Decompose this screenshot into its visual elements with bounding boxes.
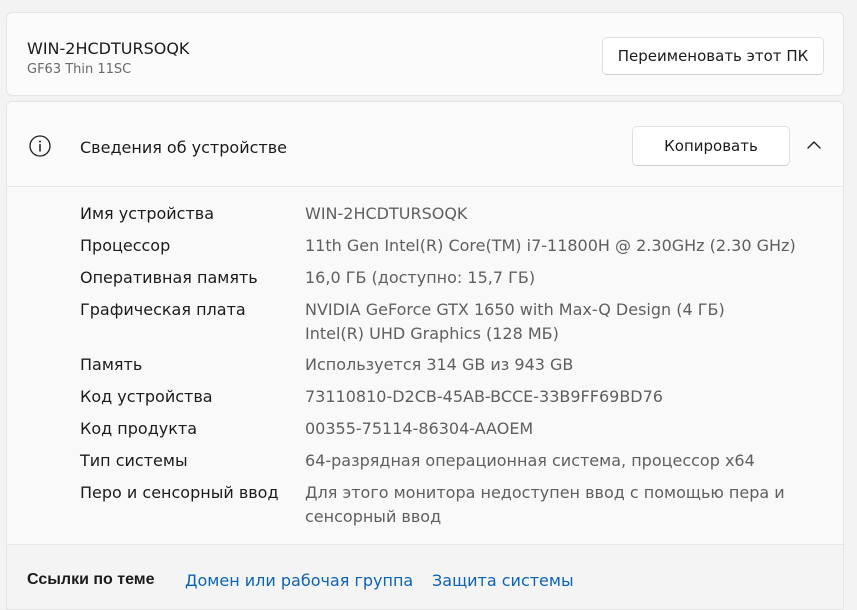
- copy-button[interactable]: Копировать: [632, 126, 790, 166]
- spec-label: Имя устройства: [80, 204, 215, 223]
- spec-label: Перо и сенсорный ввод: [80, 483, 279, 502]
- device-specs-card: Сведения об устройстве Копировать Имя ус…: [6, 101, 844, 610]
- info-circle-icon: [29, 135, 51, 157]
- spec-value: 73110810-D2CB-45AB-BCCE-33B9FF69BD76: [305, 387, 663, 406]
- spec-value: 00355-75114-86304-AAOEM: [305, 419, 534, 438]
- spec-value: WIN-2HCDTURSOQK: [305, 204, 468, 223]
- spec-value: 16,0 ГБ (доступно: 15,7 ГБ): [305, 268, 536, 287]
- spec-label: Код продукта: [80, 419, 198, 438]
- pc-model: GF63 Thin 11SC: [27, 62, 132, 77]
- spec-label: Процессор: [80, 236, 171, 255]
- spec-value: 64-разрядная операционная система, проце…: [305, 451, 755, 470]
- spec-label: Графическая плата: [80, 300, 246, 319]
- domain-workgroup-link[interactable]: Домен или рабочая группа: [185, 571, 413, 590]
- rename-pc-button[interactable]: Переименовать этот ПК: [602, 37, 824, 75]
- pc-name: WIN-2HCDTURSOQK: [27, 39, 190, 58]
- pc-name-card: WIN-2HCDTURSOQK GF63 Thin 11SC Переимено…: [6, 12, 844, 96]
- related-links-section: Ссылки по теме Домен или рабочая группа …: [7, 544, 843, 609]
- spec-label: Оперативная память: [80, 268, 258, 287]
- chevron-up-icon[interactable]: [805, 138, 823, 152]
- system-protection-link[interactable]: Защита системы: [432, 571, 574, 590]
- spec-label: Тип системы: [80, 451, 188, 470]
- device-specs-list: Имя устройства WIN-2HCDTURSOQK Процессор…: [7, 188, 843, 544]
- spec-value: 11th Gen Intel(R) Core(TM) i7-11800H @ 2…: [305, 236, 796, 255]
- spec-label: Код устройства: [80, 387, 213, 406]
- spec-label: Память: [80, 355, 143, 374]
- spec-value: NVIDIA GeForce GTX 1650 with Max-Q Desig…: [305, 300, 725, 343]
- spec-value: Для этого монитора недоступен ввод с пом…: [305, 483, 785, 526]
- related-links-title: Ссылки по теме: [27, 571, 155, 588]
- device-specs-header[interactable]: Сведения об устройстве Копировать: [7, 102, 843, 187]
- device-specs-title: Сведения об устройстве: [80, 138, 287, 157]
- spec-value: Используется 314 GB из 943 GB: [305, 355, 574, 374]
